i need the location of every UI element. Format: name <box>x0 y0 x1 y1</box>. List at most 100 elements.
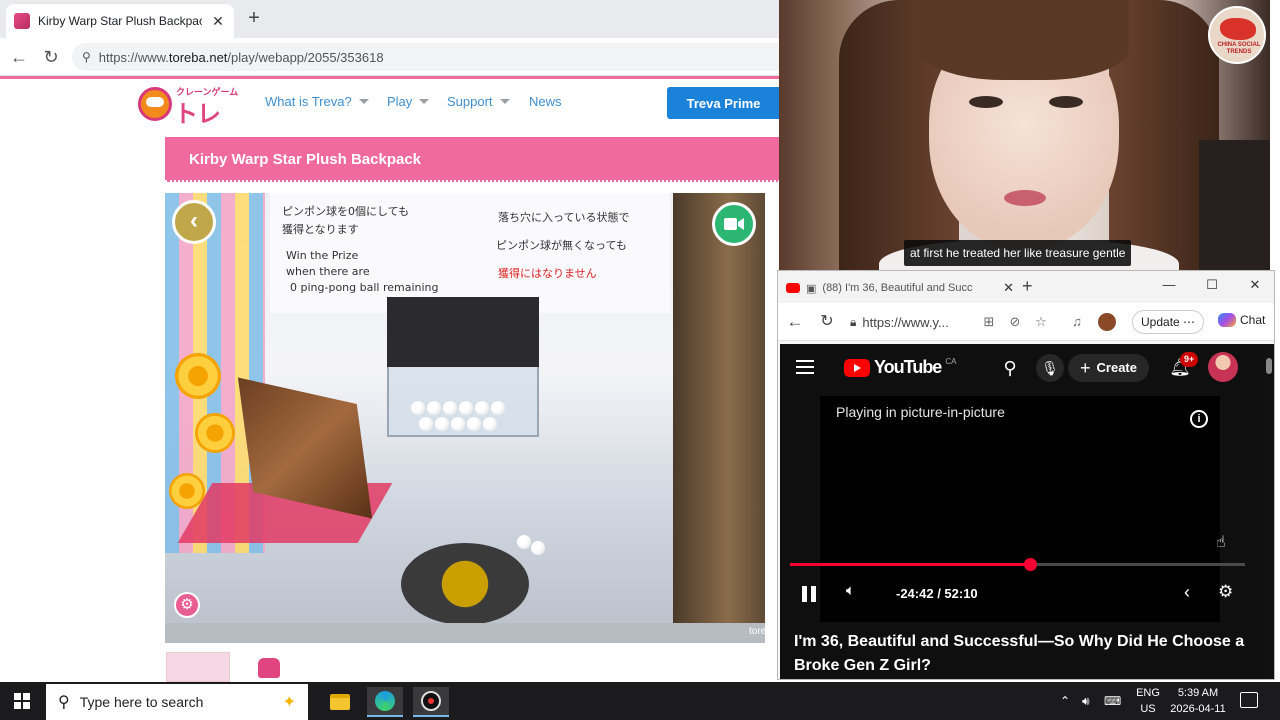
switch-camera-button[interactable] <box>712 202 756 246</box>
file-explorer-button[interactable] <box>322 687 358 717</box>
input-language-indicator[interactable]: ENG US <box>1134 685 1162 717</box>
tab-kirby[interactable]: Kirby Warp Star Plush Backpack | C ✕ <box>6 4 234 38</box>
copilot-chat-button[interactable]: Chat <box>1218 313 1265 327</box>
url-field[interactable]: 🔒︎ https://www.y... <box>850 309 980 335</box>
ping-pong-ball <box>483 417 497 431</box>
ping-pong-ball <box>419 417 433 431</box>
favorite-star-icon[interactable]: ☆ <box>1032 313 1050 331</box>
game-settings-button[interactable]: ⚙ <box>174 592 200 618</box>
tracking-prevention-icon[interactable]: ⊘ <box>1006 313 1024 331</box>
url-field[interactable]: ⚲ https://www.toreba.net/play/webapp/205… <box>72 43 780 71</box>
tab-actions-icon[interactable]: ▣ <box>806 282 816 295</box>
nav-news[interactable]: News <box>529 94 562 109</box>
main-browser-window: Kirby Warp Star Plush Backpack | C ✕ + ←… <box>0 0 780 682</box>
keyboard-icon[interactable]: ⌨ <box>1104 682 1121 720</box>
machine-rules-sign: ピンポン球を0個にしても 獲得となります Win the Prize when … <box>270 193 670 313</box>
app-available-icon[interactable]: ⊞ <box>980 313 998 331</box>
chevron-left-icon[interactable]: ‹ <box>1184 582 1190 603</box>
page-scrollbar[interactable] <box>1264 344 1274 679</box>
edge-browser-button[interactable] <box>367 687 403 717</box>
taskbar-search-box[interactable]: ⚲ Type here to search ✦ <box>46 684 308 720</box>
clock-date: 2026-04-11 <box>1170 703 1226 715</box>
youtube-logo[interactable]: YouTube CA <box>844 357 956 378</box>
back-button[interactable]: ‹ <box>172 200 216 244</box>
speaker-icon[interactable]: 🔊︎ <box>1082 682 1090 720</box>
webcam-lips <box>1004 190 1046 206</box>
media-control-icon[interactable]: ♫ <box>1068 313 1086 331</box>
site-header: クレーンゲーム トレバ What is Treva? Play Support … <box>0 79 780 163</box>
prize-thumbnail[interactable] <box>166 652 230 682</box>
tab-youtube[interactable]: ▣ (88) I'm 36, Beautiful and Succ ✕ <box>786 276 1014 300</box>
user-avatar[interactable] <box>1208 352 1238 382</box>
pause-button[interactable] <box>802 586 816 602</box>
pip-status-text: Playing in picture-in-picture <box>836 404 1005 420</box>
profile-avatar[interactable] <box>1098 313 1116 331</box>
minimize-button[interactable]: — <box>1159 277 1179 292</box>
webcam-background-object <box>1199 140 1270 277</box>
search-highlight-icon: ✦ <box>282 694 296 711</box>
search-icon[interactable]: ⚲ <box>998 356 1022 380</box>
youtube-browser-window: ▣ (88) I'm 36, Beautiful and Succ ✕ + — … <box>777 270 1275 680</box>
ping-pong-ball <box>427 401 441 415</box>
youtube-page: YouTube CA ⚲ 🎙︎ + Create 🔔︎ 9+ Playing in… <box>780 344 1264 679</box>
time-display: -24:42 / 52:10 <box>896 586 978 601</box>
url-prefix: https://www. <box>98 49 169 65</box>
search-icon: ⚲ <box>58 694 70 711</box>
new-tab-button[interactable]: + <box>244 8 264 30</box>
menu-icon[interactable] <box>796 360 814 362</box>
site-info-icon[interactable]: ⚲ <box>82 50 91 64</box>
taskbar-clock[interactable]: 5:39 AM 2026-04-11 <box>1168 685 1228 717</box>
nav-play[interactable]: Play <box>387 94 430 109</box>
ping-pong-ball <box>459 401 473 415</box>
voice-search-icon[interactable]: 🎙︎ <box>1036 354 1064 382</box>
youtube-masthead: YouTube CA ⚲ 🎙︎ + Create 🔔︎ 9+ <box>780 344 1264 392</box>
close-tab-icon[interactable]: ✕ <box>210 13 226 30</box>
update-button[interactable]: Update ⋯ <box>1132 310 1205 334</box>
close-tab-icon[interactable]: ✕ <box>1003 280 1014 296</box>
obs-studio-button[interactable] <box>413 687 449 717</box>
chat-label: Chat <box>1240 313 1266 327</box>
keyboard-layout-code: US <box>1140 703 1156 715</box>
nav-support[interactable]: Support <box>447 94 510 109</box>
video-title[interactable]: I'm 36, Beautiful and Successful—So Why … <box>794 630 1254 678</box>
ping-pong-ball <box>475 401 489 415</box>
youtube-favicon-icon <box>786 283 800 293</box>
video-progress-bar[interactable] <box>790 558 1245 571</box>
nav-what-is-treva[interactable]: What is Treva? <box>265 94 369 109</box>
ping-pong-ball <box>443 401 457 415</box>
notification-center-icon[interactable] <box>1240 692 1258 708</box>
game-camera-view[interactable]: ピンポン球を0個にしても 獲得となります Win the Prize when … <box>165 193 765 643</box>
sign-text: when there are <box>286 265 370 278</box>
volume-icon[interactable]: 🔈︎ <box>846 582 855 599</box>
close-window-button[interactable]: ✕ <box>1245 277 1265 293</box>
edge-icon <box>375 691 395 711</box>
back-arrow-icon[interactable]: ← <box>786 313 804 331</box>
video-player[interactable]: Playing in picture-in-picture <box>820 396 1220 622</box>
create-button[interactable]: + Create <box>1068 354 1149 382</box>
reload-icon[interactable]: ↻ <box>40 46 62 68</box>
settings-gear-icon[interactable]: ⚙ <box>1218 582 1233 602</box>
show-hidden-icons-button[interactable]: ⌃ <box>1060 682 1070 720</box>
treva-logo[interactable]: クレーンゲーム トレバ <box>138 83 242 163</box>
reload-icon[interactable]: ↻ <box>818 313 836 331</box>
copilot-icon <box>1218 313 1236 327</box>
gold-coin-plate <box>401 543 529 625</box>
china-map-icon <box>1220 18 1256 40</box>
treva-prime-button[interactable]: Treva Prime <box>667 87 780 119</box>
youtube-play-icon <box>844 358 870 377</box>
scrollbar-thumb[interactable] <box>1266 358 1272 374</box>
info-icon[interactable]: i <box>1190 410 1208 428</box>
url-path: /play/webapp/2055/353618 <box>227 49 384 65</box>
prize-thumbnail-small[interactable] <box>258 658 280 678</box>
new-tab-button[interactable]: + <box>1022 276 1033 297</box>
nav-label: What is Treva? <box>265 94 352 109</box>
ping-pong-ball <box>411 401 425 415</box>
url-host: toreba.net <box>168 49 228 65</box>
progress-scrubber[interactable] <box>1023 558 1037 571</box>
watermark-text: tore <box>749 626 767 637</box>
back-arrow-icon[interactable]: ← <box>8 46 30 68</box>
machine-right-wall <box>673 193 765 623</box>
flower-decoration <box>175 353 221 399</box>
windows-start-icon[interactable] <box>14 693 30 709</box>
maximize-button[interactable]: ☐ <box>1202 277 1222 293</box>
